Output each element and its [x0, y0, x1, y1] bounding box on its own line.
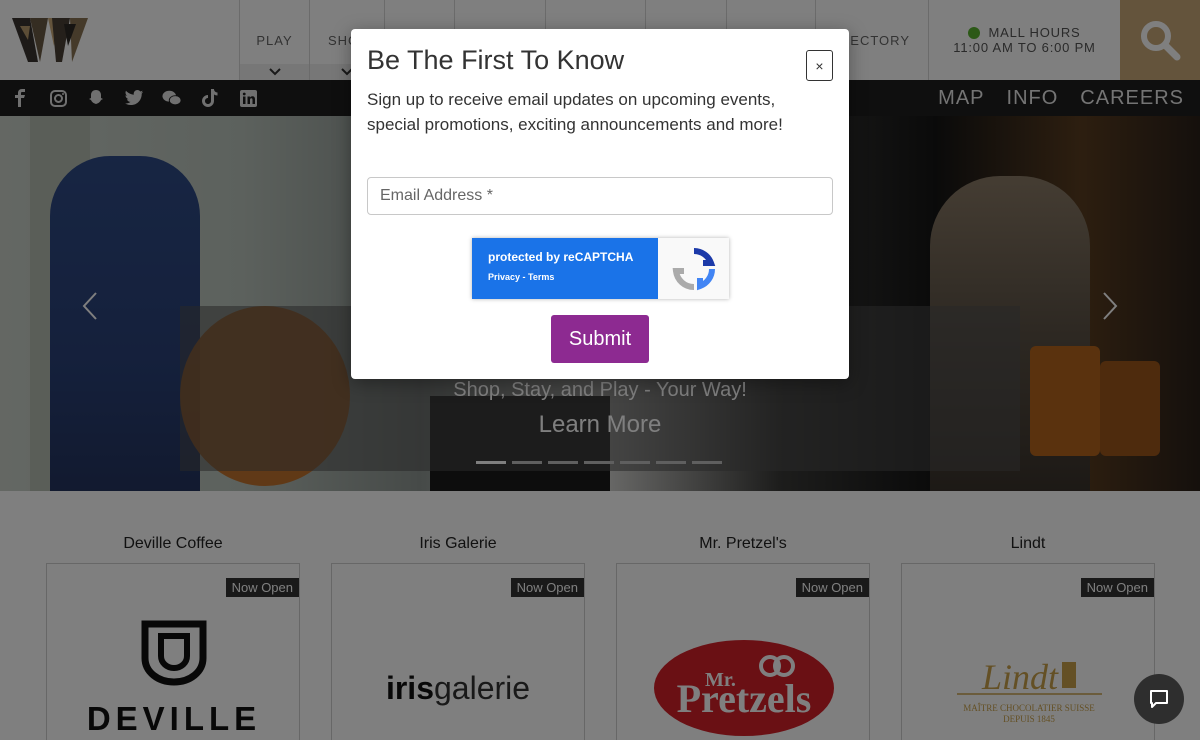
recaptcha-icon	[658, 238, 729, 299]
recaptcha-badge[interactable]: protected by reCAPTCHA Privacy - Terms	[472, 238, 729, 299]
modal-title: Be The First To Know	[367, 45, 625, 75]
email-field[interactable]	[367, 177, 833, 215]
submit-button[interactable]: Submit	[551, 315, 649, 363]
recaptcha-label-panel: protected by reCAPTCHA Privacy - Terms	[472, 238, 658, 299]
recaptcha-privacy-terms-link[interactable]: Privacy - Terms	[488, 272, 658, 282]
recaptcha-protected-text: protected by reCAPTCHA	[488, 250, 634, 264]
chat-icon	[1150, 690, 1168, 708]
chat-button[interactable]	[1134, 674, 1184, 724]
close-button[interactable]: ×	[806, 50, 833, 81]
modal-description: Sign up to receive email updates on upco…	[367, 90, 783, 134]
newsletter-modal: Be The First To Know × Sign up to receiv…	[351, 29, 849, 379]
